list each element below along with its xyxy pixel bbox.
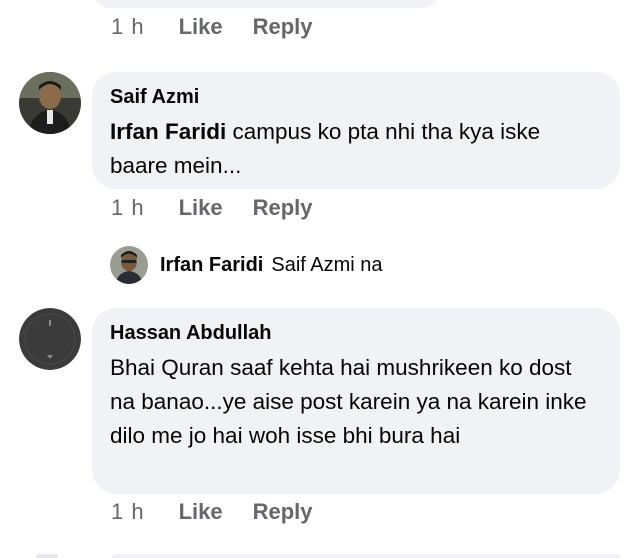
- comment-timestamp[interactable]: 1 h: [111, 195, 145, 221]
- reply-button[interactable]: Reply: [253, 14, 313, 40]
- avatar-photo-icon: [19, 308, 81, 370]
- comment-text: Irfan Faridi campus ko pta nhi tha kya i…: [110, 115, 602, 183]
- comment-bubble-partial: [92, 0, 440, 8]
- avatar[interactable]: [19, 72, 81, 134]
- reply-author[interactable]: Irfan Faridi: [160, 254, 263, 277]
- reply-snippet: Saif Azmi na: [271, 253, 383, 276]
- mention-tag[interactable]: Irfan Faridi: [110, 119, 226, 144]
- collapsed-reply[interactable]: Irfan Faridi Saif Azmi na: [110, 246, 383, 284]
- like-button[interactable]: Like: [179, 195, 223, 221]
- next-avatar-partial: [36, 554, 58, 558]
- next-comment-partial: [112, 554, 620, 558]
- comment-text: Bhai Quran saaf kehta hai mushrikeen ko …: [110, 355, 587, 448]
- comment-actions: 1 h Like Reply: [111, 14, 313, 40]
- comment-author[interactable]: Saif Azmi: [110, 86, 602, 109]
- avatar-photo-icon: [19, 72, 81, 134]
- comment-actions: 1 h Like Reply: [111, 195, 313, 221]
- reply-button[interactable]: Reply: [253, 195, 313, 221]
- comment-timestamp[interactable]: 1 h: [111, 14, 145, 40]
- reply-button[interactable]: Reply: [253, 499, 313, 525]
- comment-bubble: Saif Azmi Irfan Faridi campus ko pta nhi…: [92, 72, 620, 189]
- avatar-photo-icon: [110, 246, 148, 284]
- like-button[interactable]: Like: [179, 499, 223, 525]
- comment-author[interactable]: Hassan Abdullah: [110, 322, 602, 345]
- comment-timestamp[interactable]: 1 h: [111, 499, 145, 525]
- reply-avatar[interactable]: [110, 246, 148, 284]
- avatar[interactable]: [19, 308, 81, 370]
- comment-bubble: Hassan Abdullah Bhai Quran saaf kehta ha…: [92, 308, 620, 494]
- like-button[interactable]: Like: [179, 14, 223, 40]
- comment-actions: 1 h Like Reply: [111, 499, 313, 525]
